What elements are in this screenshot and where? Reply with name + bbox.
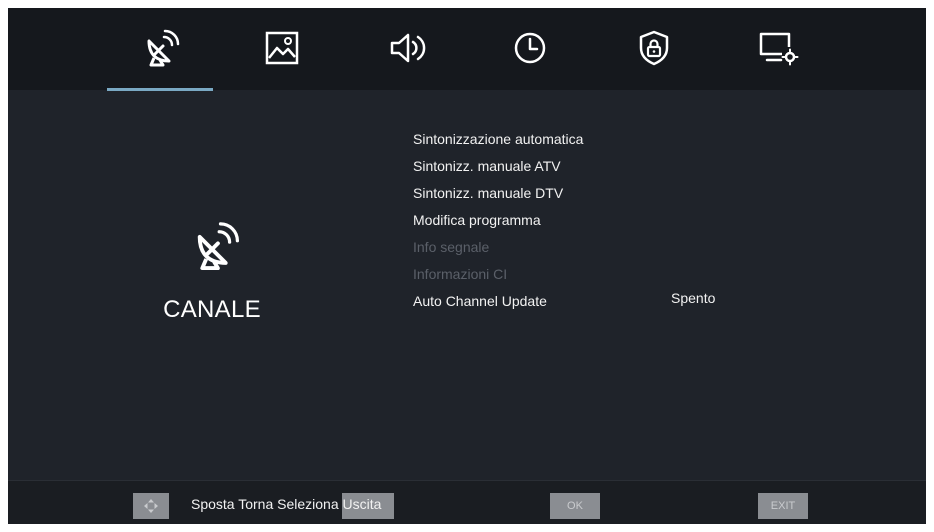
menu-item-program-edit[interactable]: Modifica programma (413, 207, 673, 234)
category-tab-bar (8, 8, 926, 90)
category-title: CANALE (163, 296, 261, 323)
menu-item-signal-info: Info segnale (413, 239, 490, 255)
navigate-key (133, 493, 169, 519)
arrows-icon (144, 499, 158, 513)
footer-hint-text: Sposta Torna Seleziona Uscita (191, 496, 382, 512)
exit-key: EXIT (758, 493, 808, 519)
menu-item-manual-dtv-tuning[interactable]: Sintonizz. manuale DTV (413, 180, 673, 207)
menu-item-ci-info: Informazioni CI (413, 266, 508, 282)
tab-sound[interactable] (380, 22, 436, 74)
clock-icon (514, 32, 546, 64)
menu-item-auto-channel-update[interactable]: Auto Channel Update (413, 288, 673, 315)
auto-channel-update-value[interactable]: Spento (671, 290, 715, 306)
tab-lock[interactable] (626, 22, 682, 74)
tab-system[interactable] (750, 22, 806, 74)
satellite-dish-icon (147, 29, 180, 67)
speaker-icon (390, 33, 426, 63)
ok-key: OK (550, 493, 600, 519)
tv-menu-screen: CANALE Sintonizzazione automatica Sinton… (8, 8, 926, 524)
lock-shield-icon (639, 30, 669, 66)
tab-time[interactable] (502, 22, 558, 74)
category-panel: CANALE (8, 90, 408, 480)
channel-menu: Sintonizzazione automatica Sintonizz. ma… (413, 126, 673, 315)
satellite-dish-icon (197, 222, 240, 271)
footer-hint-bar: Sposta Torna Seleziona Uscita OK EXIT (8, 480, 926, 524)
tab-channel[interactable] (132, 22, 188, 74)
menu-item-auto-tuning[interactable]: Sintonizzazione automatica (413, 126, 673, 153)
menu-item-manual-atv-tuning[interactable]: Sintonizz. manuale ATV (413, 153, 673, 180)
tab-picture[interactable] (254, 22, 310, 74)
picture-icon (265, 31, 299, 65)
monitor-settings-icon (759, 32, 799, 66)
